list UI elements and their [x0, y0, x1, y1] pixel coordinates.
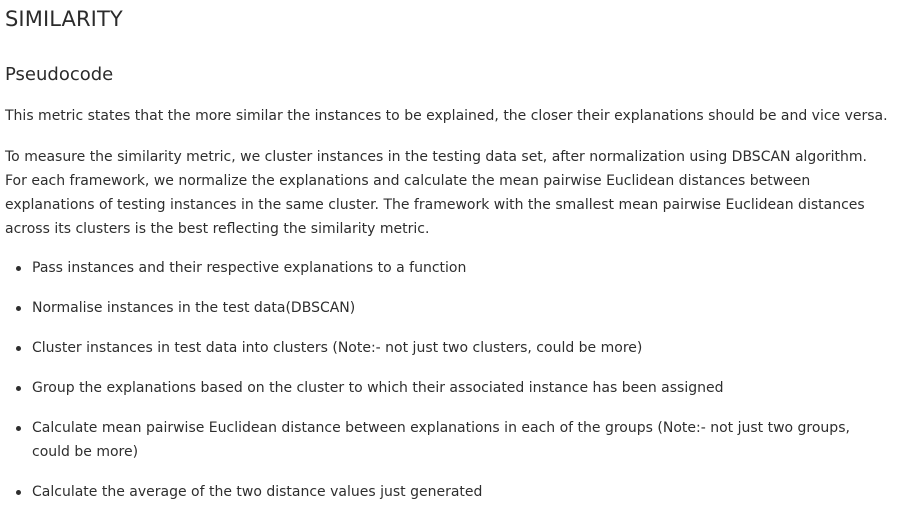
intro-paragraph: This metric states that the more similar… — [5, 108, 888, 124]
page-title: SIMILARITY — [5, 7, 123, 31]
list-item-text: Cluster instances in test data into clus… — [32, 340, 643, 356]
list-item: Calculate mean pairwise Euclidean distan… — [5, 416, 886, 464]
list-item-text: Calculate the average of the two distanc… — [32, 484, 483, 500]
list-item-text: Pass instances and their respective expl… — [32, 260, 467, 276]
bullet-icon — [16, 490, 21, 495]
list-item-text: Calculate mean pairwise Euclidean distan… — [32, 420, 850, 460]
list-item-text: Normalise instances in the test data(DBS… — [32, 300, 356, 316]
list-item: Pass instances and their respective expl… — [5, 256, 886, 280]
document-page: SIMILARITY Pseudocode This metric states… — [0, 0, 898, 516]
bullet-icon — [16, 386, 21, 391]
bullet-icon — [16, 426, 21, 431]
pseudocode-steps-list: Pass instances and their respective expl… — [5, 256, 886, 520]
bullet-icon — [16, 306, 21, 311]
list-item: Group the explanations based on the clus… — [5, 376, 886, 400]
list-item: Normalise instances in the test data(DBS… — [5, 296, 886, 320]
method-paragraph: To measure the similarity metric, we clu… — [5, 149, 867, 237]
list-item: Cluster instances in test data into clus… — [5, 336, 886, 360]
list-item: Calculate the average of the two distanc… — [5, 480, 886, 504]
bullet-icon — [16, 346, 21, 351]
list-item-text: Group the explanations based on the clus… — [32, 380, 724, 396]
section-heading: Pseudocode — [5, 64, 114, 85]
bullet-icon — [16, 266, 21, 271]
